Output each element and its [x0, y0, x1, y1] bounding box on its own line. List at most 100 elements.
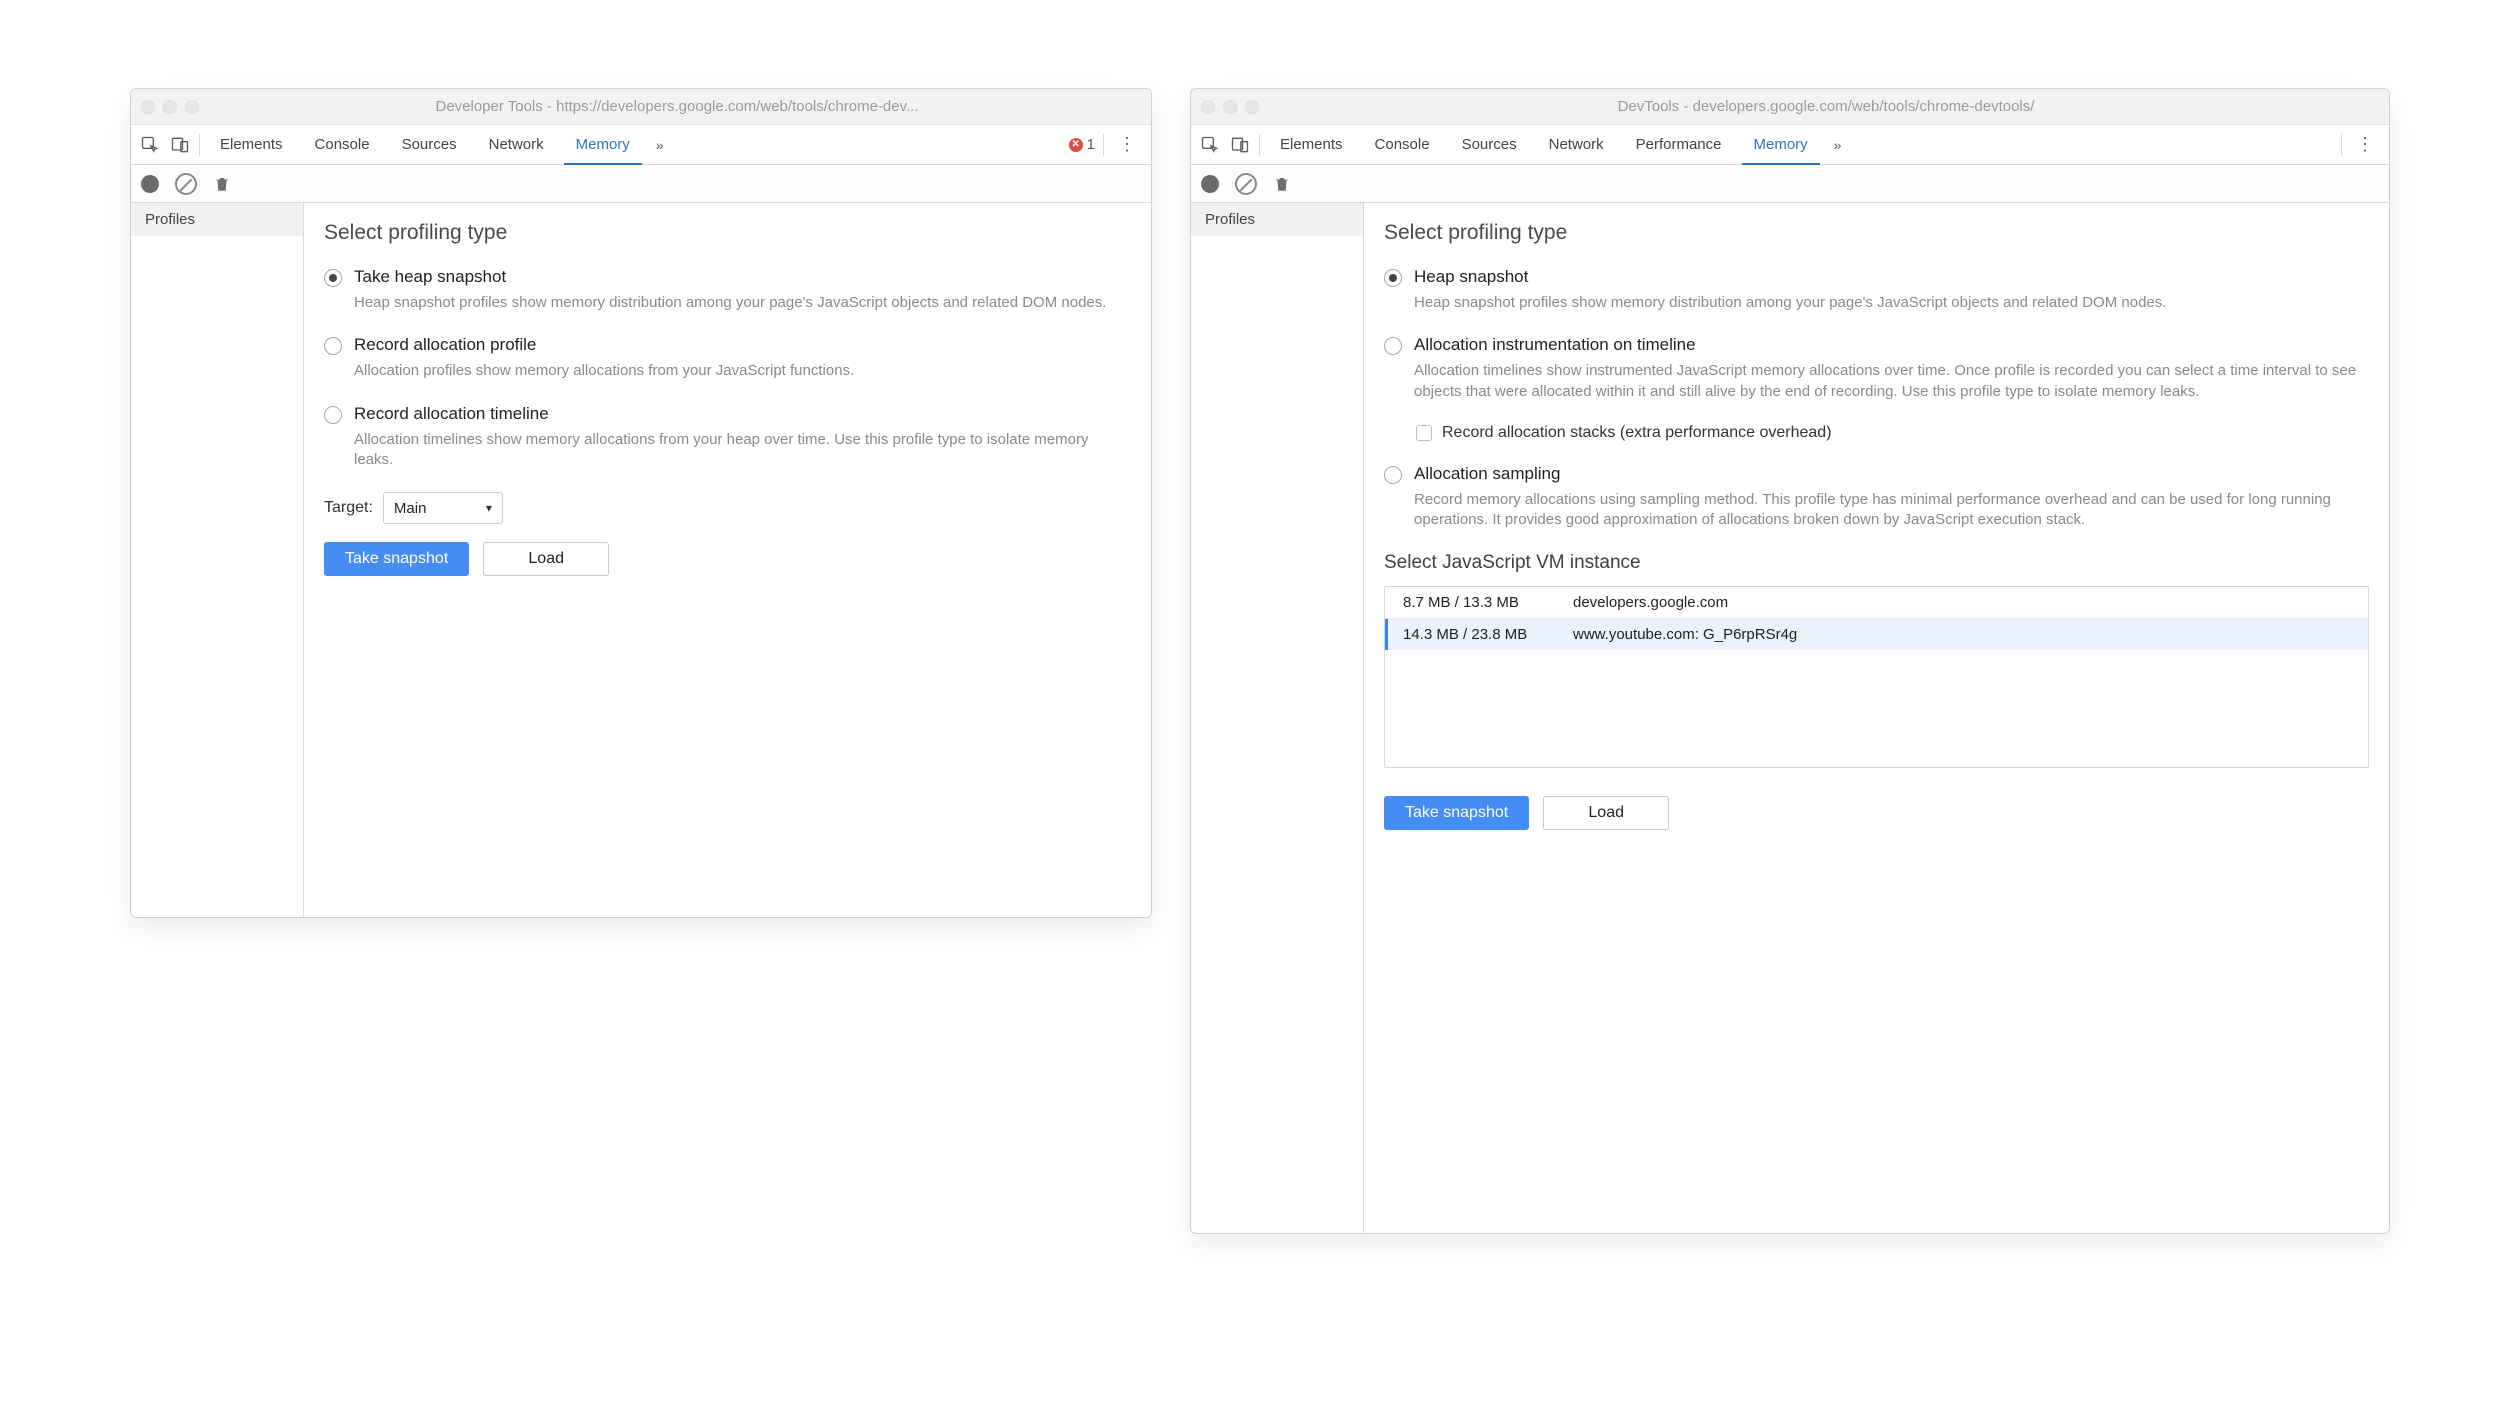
divider [1103, 134, 1104, 156]
zoom-icon[interactable] [1245, 100, 1259, 114]
traffic-lights [1201, 100, 1259, 114]
divider [1259, 134, 1260, 156]
tab-elements[interactable]: Elements [208, 125, 295, 165]
tab-console[interactable]: Console [303, 125, 382, 165]
tab-network[interactable]: Network [1537, 125, 1616, 165]
tab-elements[interactable]: Elements [1268, 125, 1355, 165]
memory-subtoolbar [1191, 165, 2389, 203]
content: Select profiling type Take heap snapshot… [304, 203, 1151, 917]
titlebar: Developer Tools - https://developers.goo… [131, 89, 1151, 125]
device-toggle-icon[interactable] [169, 134, 191, 156]
tab-memory[interactable]: Memory [1742, 125, 1820, 165]
record-icon[interactable] [1201, 175, 1219, 193]
sidebar: Profiles [131, 203, 304, 917]
minimize-icon[interactable] [1223, 100, 1237, 114]
tab-memory[interactable]: Memory [564, 125, 642, 165]
traffic-lights [141, 100, 199, 114]
close-icon[interactable] [1201, 100, 1215, 114]
error-indicator[interactable]: ✕ 1 [1069, 136, 1095, 153]
option-allocation-sampling[interactable]: Allocation sampling [1384, 464, 2369, 484]
option-heap-snapshot[interactable]: Heap snapshot [1384, 267, 2369, 287]
record-icon[interactable] [141, 175, 159, 193]
window-title: DevTools - developers.google.com/web/too… [1273, 98, 2379, 115]
clear-icon[interactable] [1235, 173, 1257, 195]
option-title: Allocation sampling [1414, 464, 1560, 484]
delete-icon[interactable] [1273, 174, 1291, 194]
radio-icon[interactable] [1384, 337, 1402, 355]
vm-origin: developers.google.com [1573, 594, 2368, 611]
tab-toolbar: Elements Console Sources Network Memory … [131, 125, 1151, 165]
content: Select profiling type Heap snapshot Heap… [1364, 203, 2389, 1233]
kebab-menu-icon[interactable]: ⋮ [1112, 134, 1143, 155]
minimize-icon[interactable] [163, 100, 177, 114]
checkbox-icon[interactable] [1416, 425, 1432, 441]
delete-icon[interactable] [213, 174, 231, 194]
radio-icon[interactable] [324, 406, 342, 424]
vm-heading: Select JavaScript VM instance [1384, 552, 2369, 574]
zoom-icon[interactable] [185, 100, 199, 114]
sidebar-header: Profiles [1191, 203, 1363, 236]
load-button[interactable]: Load [1543, 796, 1669, 830]
vm-row[interactable]: 14.3 MB / 23.8 MB www.youtube.com: G_P6r… [1385, 619, 2368, 650]
tab-toolbar: Elements Console Sources Network Perform… [1191, 125, 2389, 165]
tab-sources[interactable]: Sources [390, 125, 469, 165]
inspect-element-icon[interactable] [1199, 134, 1221, 156]
radio-icon[interactable] [1384, 466, 1402, 484]
option-allocation-timeline[interactable]: Allocation instrumentation on timeline [1384, 335, 2369, 355]
record-stacks-row[interactable]: Record allocation stacks (extra performa… [1416, 424, 2369, 442]
inspect-element-icon[interactable] [139, 134, 161, 156]
vm-memory: 8.7 MB / 13.3 MB [1403, 594, 1573, 611]
more-tabs-icon[interactable]: » [1828, 137, 1848, 153]
error-count: 1 [1087, 136, 1095, 153]
divider [199, 134, 200, 156]
radio-icon[interactable] [324, 269, 342, 287]
option-description: Allocation timelines show memory allocat… [354, 430, 1131, 471]
radio-icon[interactable] [324, 337, 342, 355]
tab-network[interactable]: Network [477, 125, 556, 165]
option-title: Heap snapshot [1414, 267, 1528, 287]
error-icon: ✕ [1069, 138, 1083, 152]
option-description: Heap snapshot profiles show memory distr… [354, 293, 1131, 313]
option-description: Record memory allocations using sampling… [1414, 490, 2369, 531]
page-title: Select profiling type [324, 221, 1131, 245]
radio-icon[interactable] [1384, 269, 1402, 287]
page-title: Select profiling type [1384, 221, 2369, 245]
sidebar: Profiles [1191, 203, 1364, 1233]
more-tabs-icon[interactable]: » [650, 137, 670, 153]
option-heap-snapshot[interactable]: Take heap snapshot [324, 267, 1131, 287]
take-snapshot-button[interactable]: Take snapshot [324, 542, 469, 576]
vm-memory: 14.3 MB / 23.8 MB [1403, 626, 1573, 643]
target-label: Target: [324, 499, 373, 517]
sidebar-header: Profiles [131, 203, 303, 236]
option-description: Allocation timelines show instrumented J… [1414, 361, 2369, 402]
tab-sources[interactable]: Sources [1450, 125, 1529, 165]
option-title: Take heap snapshot [354, 267, 506, 287]
devtools-window-right: DevTools - developers.google.com/web/too… [1190, 88, 2390, 1234]
kebab-menu-icon[interactable]: ⋮ [2350, 134, 2381, 155]
option-description: Heap snapshot profiles show memory distr… [1414, 293, 2369, 313]
clear-icon[interactable] [175, 173, 197, 195]
target-value: Main [394, 500, 427, 517]
tab-console[interactable]: Console [1363, 125, 1442, 165]
checkbox-label: Record allocation stacks (extra performa… [1442, 424, 1832, 442]
take-snapshot-button[interactable]: Take snapshot [1384, 796, 1529, 830]
load-button[interactable]: Load [483, 542, 609, 576]
target-select[interactable]: Main [383, 492, 503, 524]
button-row: Take snapshot Load [1384, 796, 2369, 830]
memory-subtoolbar [131, 165, 1151, 203]
option-title: Record allocation profile [354, 335, 536, 355]
devtools-window-left: Developer Tools - https://developers.goo… [130, 88, 1152, 918]
option-allocation-timeline[interactable]: Record allocation timeline [324, 404, 1131, 424]
tab-performance[interactable]: Performance [1624, 125, 1734, 165]
option-allocation-profile[interactable]: Record allocation profile [324, 335, 1131, 355]
titlebar: DevTools - developers.google.com/web/too… [1191, 89, 2389, 125]
target-row: Target: Main [324, 492, 1131, 524]
vm-row[interactable]: 8.7 MB / 13.3 MB developers.google.com [1385, 587, 2368, 619]
vm-instance-table: 8.7 MB / 13.3 MB developers.google.com 1… [1384, 586, 2369, 768]
option-description: Allocation profiles show memory allocati… [354, 361, 1131, 381]
button-row: Take snapshot Load [324, 542, 1131, 576]
panel-body: Profiles Select profiling type Heap snap… [1191, 203, 2389, 1233]
device-toggle-icon[interactable] [1229, 134, 1251, 156]
panel-body: Profiles Select profiling type Take heap… [131, 203, 1151, 917]
close-icon[interactable] [141, 100, 155, 114]
